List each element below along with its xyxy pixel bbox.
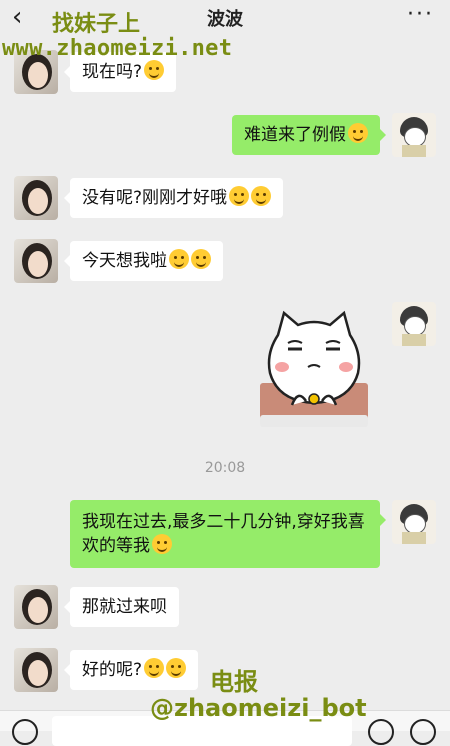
message-bubble-sent[interactable]: 我现在过去,最多二十几分钟,穿好我喜欢的等我: [70, 500, 386, 568]
rolling-eyes-emoji-icon: [166, 658, 187, 678]
watermark-telegram-label: 电报: [210, 668, 258, 696]
message-text: 好的呢?: [82, 660, 143, 680]
rolling-eyes-emoji-icon: [144, 658, 165, 678]
contact-avatar[interactable]: [14, 239, 58, 283]
message-bubble-sent[interactable]: 难道来了例假: [232, 115, 386, 155]
back-arrow-icon[interactable]: ‹: [12, 2, 22, 32]
cat-sticker[interactable]: [258, 305, 370, 430]
grin-emoji-icon: [191, 249, 211, 269]
voice-input-icon[interactable]: [12, 719, 38, 745]
grin-emoji-icon: [169, 249, 189, 269]
message-text: 难道来了例假: [244, 125, 346, 145]
contact-avatar[interactable]: [14, 176, 58, 220]
grin-emoji-icon: [152, 534, 172, 554]
tears-of-joy-emoji-icon: [251, 186, 272, 206]
watermark-name: 找妹子上: [52, 12, 141, 37]
message-text: 现在吗?: [82, 62, 143, 82]
my-avatar[interactable]: [392, 302, 436, 346]
contact-avatar[interactable]: [14, 585, 58, 629]
message-bubble-received[interactable]: 好的呢?: [63, 650, 199, 690]
my-avatar[interactable]: [392, 113, 436, 157]
add-attachment-icon[interactable]: [410, 719, 436, 745]
more-options-icon[interactable]: ···: [407, 2, 434, 27]
message-text: 今天想我啦: [82, 251, 167, 271]
chat-title: 波波: [207, 9, 243, 30]
message-text: 那就过来呗: [82, 597, 167, 617]
message-bubble-received[interactable]: 没有呢?刚刚才好哦: [63, 178, 284, 218]
message-text: 我现在过去,最多二十几分钟,穿好我喜欢的等我: [82, 512, 365, 556]
cat-sticker-icon: [260, 310, 368, 427]
tears-of-joy-emoji-icon: [229, 186, 250, 206]
emoji-picker-icon[interactable]: [368, 719, 394, 745]
contact-avatar[interactable]: [14, 648, 58, 692]
message-bubble-received[interactable]: 那就过来呗: [64, 587, 179, 627]
chat-timestamp: 20:08: [204, 460, 246, 476]
wink-emoji-icon: [144, 60, 165, 80]
watermark-telegram-handle: @zhaomeizi_bot: [150, 694, 367, 722]
message-text: 没有呢?刚刚才好哦: [82, 188, 228, 208]
blush-emoji-icon: [348, 123, 368, 143]
message-bubble-received[interactable]: 今天想我啦: [64, 241, 223, 281]
watermark-site: www.zhaomeizi.net: [2, 36, 233, 61]
my-avatar[interactable]: [392, 500, 436, 544]
